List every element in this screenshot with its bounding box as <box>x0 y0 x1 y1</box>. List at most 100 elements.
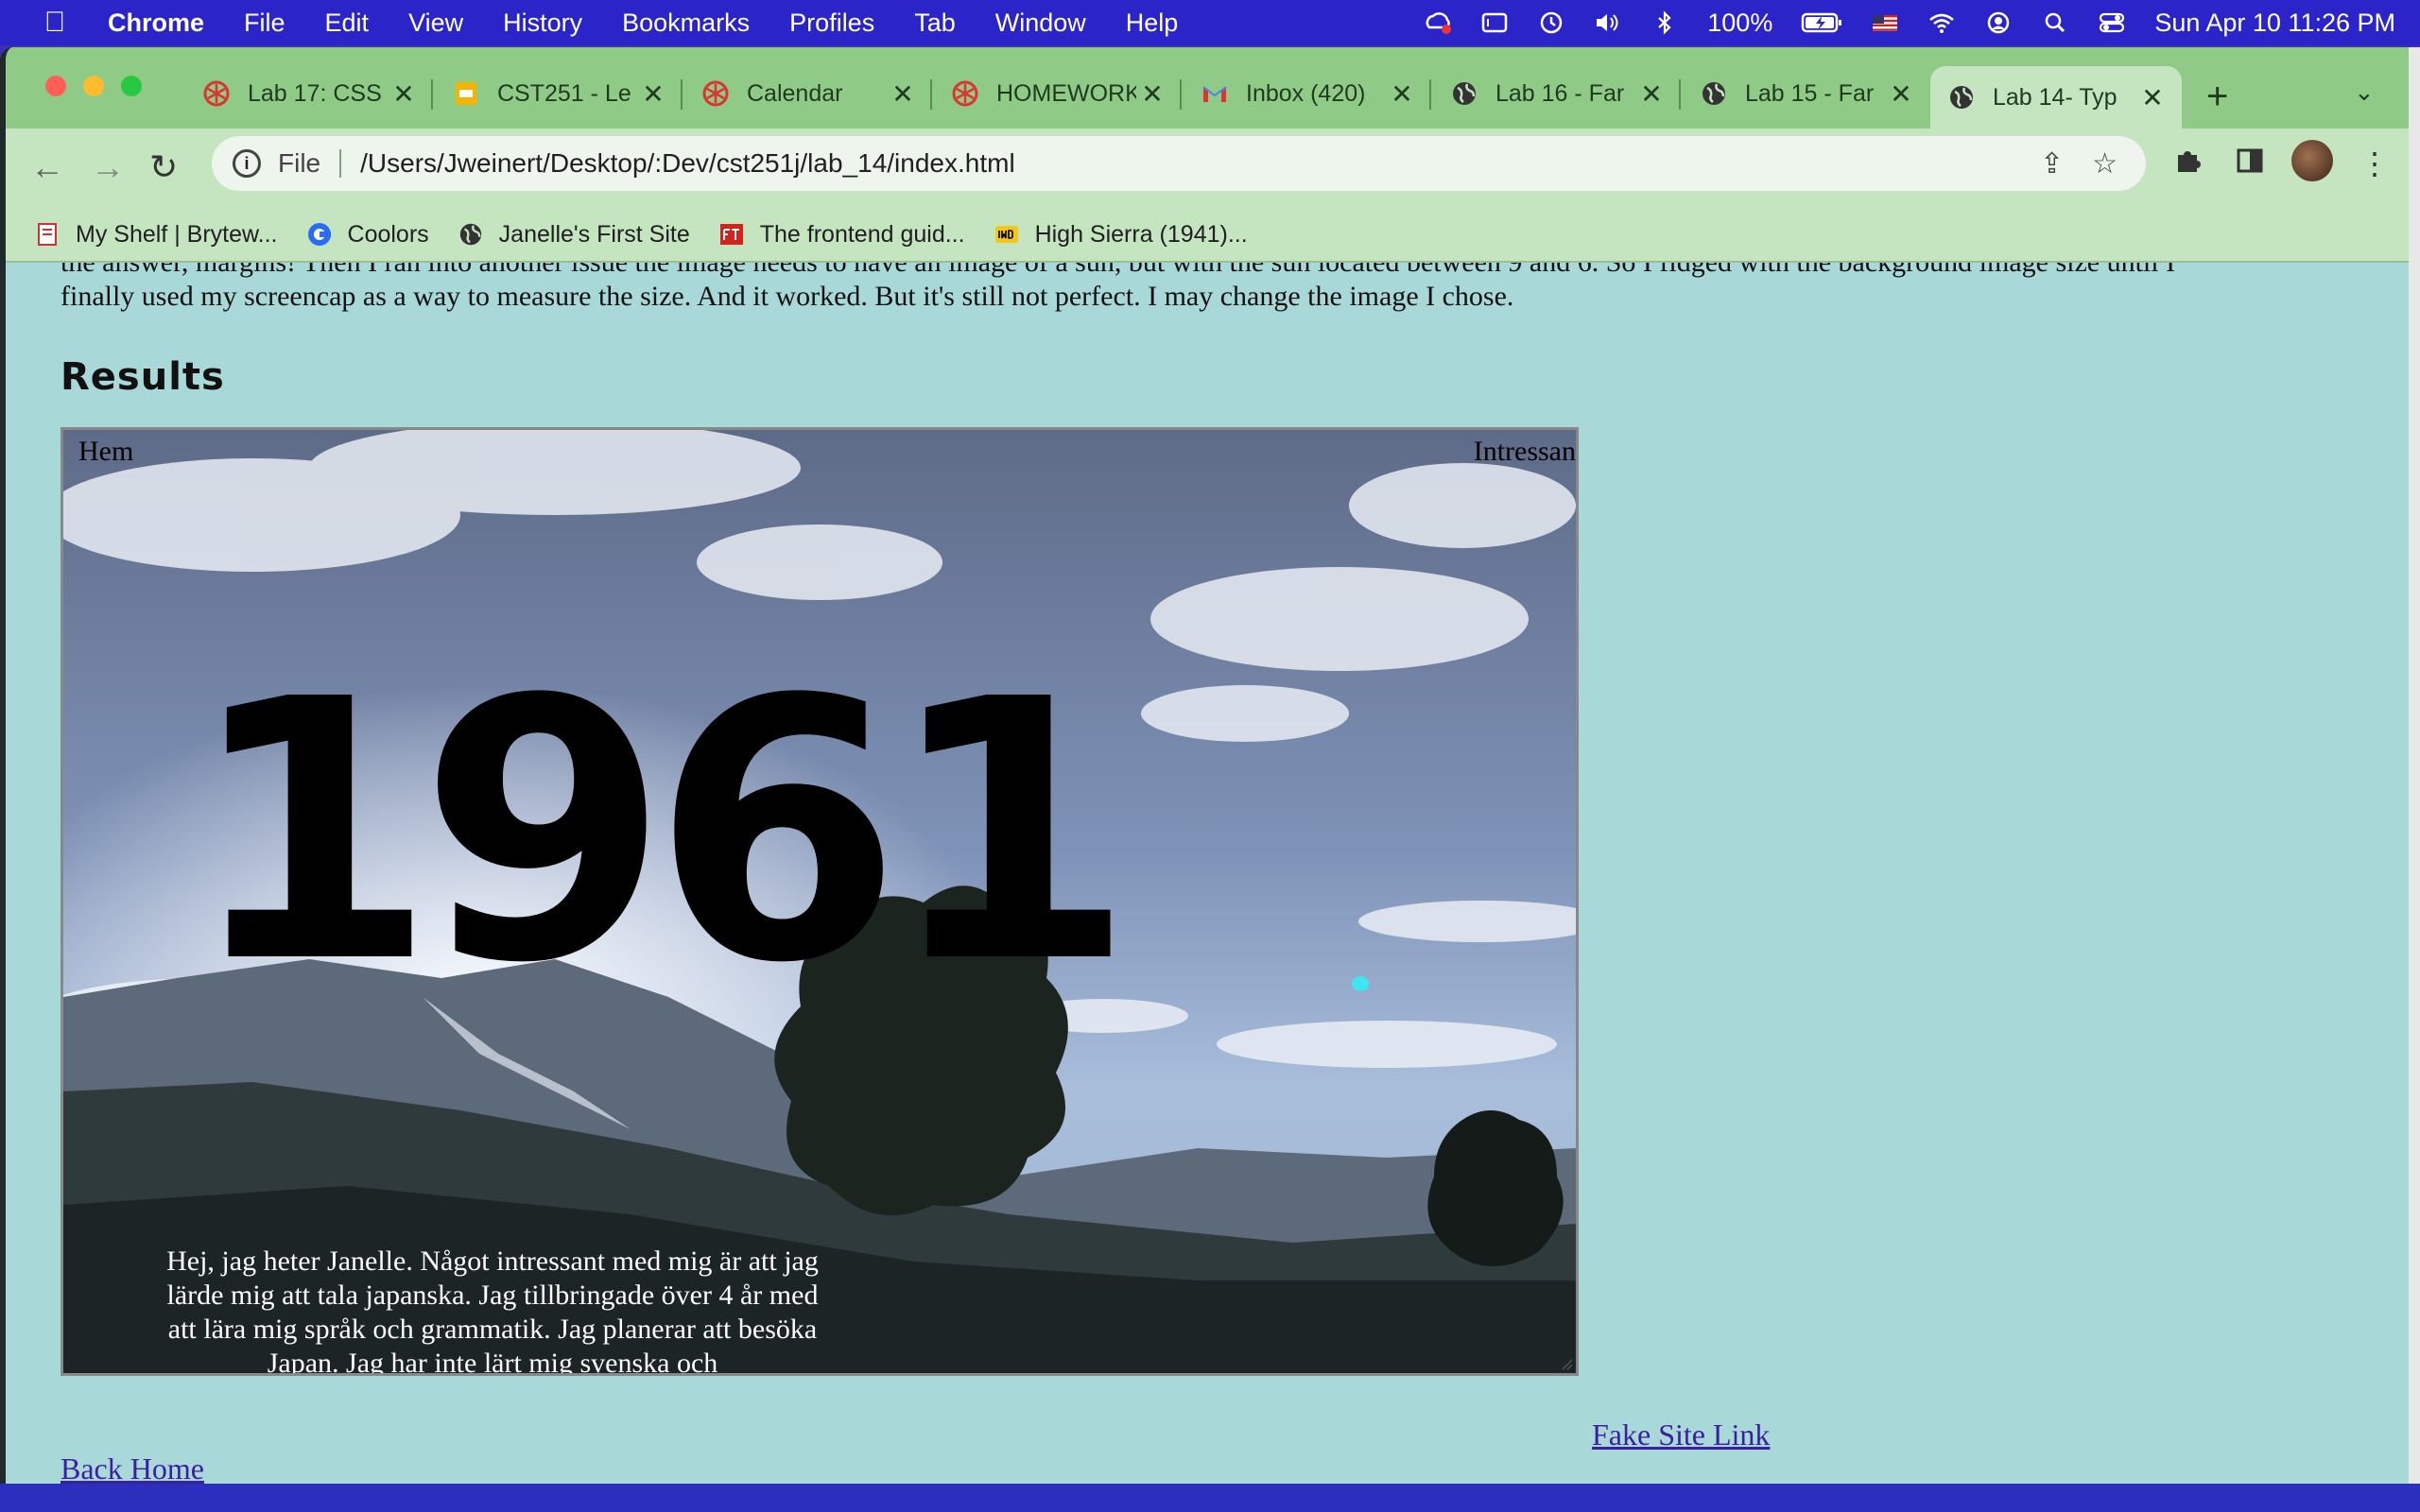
gmail-icon <box>1202 86 1227 102</box>
tab-separator <box>1429 79 1431 110</box>
bookmark-label: Coolors <box>347 220 429 248</box>
nav-link-hem[interactable]: Hem <box>78 436 133 468</box>
site-info-icon[interactable]: i <box>233 149 261 178</box>
background-window-edge <box>2409 47 2420 1484</box>
menu-edit[interactable]: Edit <box>325 9 370 38</box>
screen-icon[interactable] <box>1480 10 1509 35</box>
page-viewport: the answer, margins! Then I ran into ano… <box>6 263 2414 1484</box>
close-icon[interactable]: ✕ <box>2136 82 2169 113</box>
menu-chrome[interactable]: Chrome <box>108 9 204 38</box>
tab-title: Lab 16 - Far <box>1495 79 1625 107</box>
tab-title: CST251 - Le <box>497 79 631 107</box>
results-iframe[interactable]: Hem Intressan 1961 Hej, jag heter Janell… <box>60 427 1579 1376</box>
apple-icon[interactable]:  <box>26 7 83 39</box>
tab-calendar[interactable]: Calendar ✕ <box>684 66 932 121</box>
tab-title: HOMEWORK <box>996 79 1136 107</box>
menu-file[interactable]: File <box>244 9 285 38</box>
tab-homework[interactable]: HOMEWORK ✕ <box>934 66 1182 121</box>
extensions-puzzle-icon[interactable] <box>2172 146 2203 183</box>
forward-arrow-icon[interactable]: → <box>91 147 125 187</box>
menu-help[interactable]: Help <box>1126 9 1179 38</box>
status-area: 100% Sun Apr 10 11:26 PM <box>1424 0 2395 45</box>
user-icon[interactable] <box>1984 10 2013 35</box>
tab-title: Lab 17: CSS <box>248 79 382 107</box>
kebab-menu-icon[interactable]: ⋮ <box>2360 146 2390 181</box>
tab-separator <box>431 79 433 110</box>
menu-profiles[interactable]: Profiles <box>789 9 874 38</box>
back-home-link[interactable]: Back Home <box>60 1452 204 1484</box>
zoom-window-button[interactable] <box>121 76 142 96</box>
bookmark-star-icon[interactable]: ☆ <box>2092 147 2118 180</box>
search-icon[interactable] <box>2041 10 2069 35</box>
asterisk-icon <box>952 80 978 107</box>
share-icon[interactable]: ⇪ <box>2040 147 2064 180</box>
tab-lab-16[interactable]: Lab 16 - Far ✕ <box>1433 66 1681 121</box>
tab-title: Calendar <box>747 79 843 107</box>
close-icon[interactable]: ✕ <box>887 78 919 110</box>
menubar-clock[interactable]: Sun Apr 10 11:26 PM <box>2154 9 2395 38</box>
macos-menu-bar:  Chrome File Edit View History Bookmark… <box>0 0 2420 45</box>
menu-window[interactable]: Window <box>995 9 1086 38</box>
asterisk-icon <box>203 80 230 107</box>
close-icon[interactable]: ✕ <box>1386 78 1418 110</box>
globe-icon <box>1453 82 1476 105</box>
close-icon[interactable]: ✕ <box>637 78 669 110</box>
bookmark-my-shelf[interactable]: My Shelf | Brytew... <box>34 221 278 249</box>
creative-cloud-icon[interactable] <box>1424 10 1452 35</box>
fake-site-link[interactable]: Fake Site Link <box>1592 1418 1770 1452</box>
tab-inbox[interactable]: Inbox (420) ✕ <box>1184 66 1431 121</box>
url-text[interactable]: /Users/Jweinert/Desktop/:Dev/cst251j/lab… <box>360 148 2040 179</box>
profile-avatar[interactable] <box>2291 140 2333 181</box>
bookmarks-bar: My Shelf | Brytew... Coolors Janelle's F… <box>6 208 2414 263</box>
side-panel-icon[interactable] <box>2235 146 2265 183</box>
bookmark-label: High Sierra (1941)... <box>1034 220 1248 248</box>
bookmark-high-sierra[interactable]: High Sierra (1941)... <box>994 221 1248 249</box>
tab-lab-17[interactable]: Lab 17: CSS ✕ <box>185 66 433 121</box>
browser-toolbar: ← → ↻ i File /Users/Jweinert/Desktop/:De… <box>6 129 2414 208</box>
ftf-icon <box>719 224 743 245</box>
time-machine-icon[interactable] <box>1537 10 1565 35</box>
results-heading: Results <box>60 355 225 399</box>
tab-search-chevron-down-icon[interactable]: ⌄ <box>2354 77 2375 107</box>
close-icon[interactable]: ✕ <box>1136 78 1168 110</box>
menu-history[interactable]: History <box>503 9 582 38</box>
globe-icon <box>459 223 481 246</box>
close-icon[interactable]: ✕ <box>1885 78 1917 110</box>
bio-text: Hej, jag heter Janelle. Något intressant… <box>166 1246 819 1376</box>
volume-icon[interactable] <box>1594 10 1622 35</box>
reload-icon[interactable]: ↻ <box>149 147 178 187</box>
resize-handle-icon[interactable] <box>1561 1358 1574 1371</box>
us-flag-icon[interactable] <box>1871 10 1899 35</box>
close-icon[interactable]: ✕ <box>388 78 420 110</box>
back-arrow-icon[interactable]: ← <box>30 147 64 187</box>
bookmark-coolors[interactable]: Coolors <box>306 221 429 249</box>
tab-cst251[interactable]: CST251 - Le ✕ <box>435 66 683 121</box>
menu-tab[interactable]: Tab <box>914 9 956 38</box>
hero-year: 1961 <box>186 623 1135 1041</box>
tab-lab-15[interactable]: Lab 15 - Far ✕ <box>1683 66 1930 121</box>
minimize-window-button[interactable] <box>83 76 104 96</box>
asterisk-icon <box>702 80 729 107</box>
book-icon <box>38 223 57 246</box>
battery-percent: 100% <box>1707 8 1773 37</box>
nav-link-intressant[interactable]: Intressan <box>1474 436 1576 468</box>
menu-bookmarks[interactable]: Bookmarks <box>622 9 750 38</box>
cursor-dot <box>1352 976 1369 991</box>
lab-notes-paragraph: the answer, margins! Then I ran into ano… <box>60 263 2329 314</box>
new-tab-plus-icon[interactable]: + <box>2206 76 2228 118</box>
tab-lab-14-active[interactable]: Lab 14- Typ ✕ <box>1930 66 2182 129</box>
control-center-icon[interactable] <box>2098 10 2126 35</box>
close-icon[interactable]: ✕ <box>1635 78 1668 110</box>
slides-icon <box>456 82 476 105</box>
wifi-icon[interactable] <box>1927 10 1956 35</box>
close-window-button[interactable] <box>45 76 66 96</box>
bookmark-janelles-first-site[interactable]: Janelle's First Site <box>458 221 690 249</box>
address-bar[interactable]: i File /Users/Jweinert/Desktop/:Dev/cst2… <box>212 136 2146 191</box>
menu-view[interactable]: View <box>408 9 463 38</box>
battery-icon[interactable] <box>1801 10 1842 35</box>
bookmark-frontend-guide[interactable]: The frontend guid... <box>718 221 965 249</box>
tab-strip: Lab 17: CSS ✕ CST251 - Le ✕ Calendar ✕ H… <box>6 47 2414 129</box>
tab-title: Lab 14- Typ <box>1993 83 2118 111</box>
tab-title: Inbox (420) <box>1246 79 1366 107</box>
bluetooth-icon[interactable] <box>1651 10 1679 35</box>
